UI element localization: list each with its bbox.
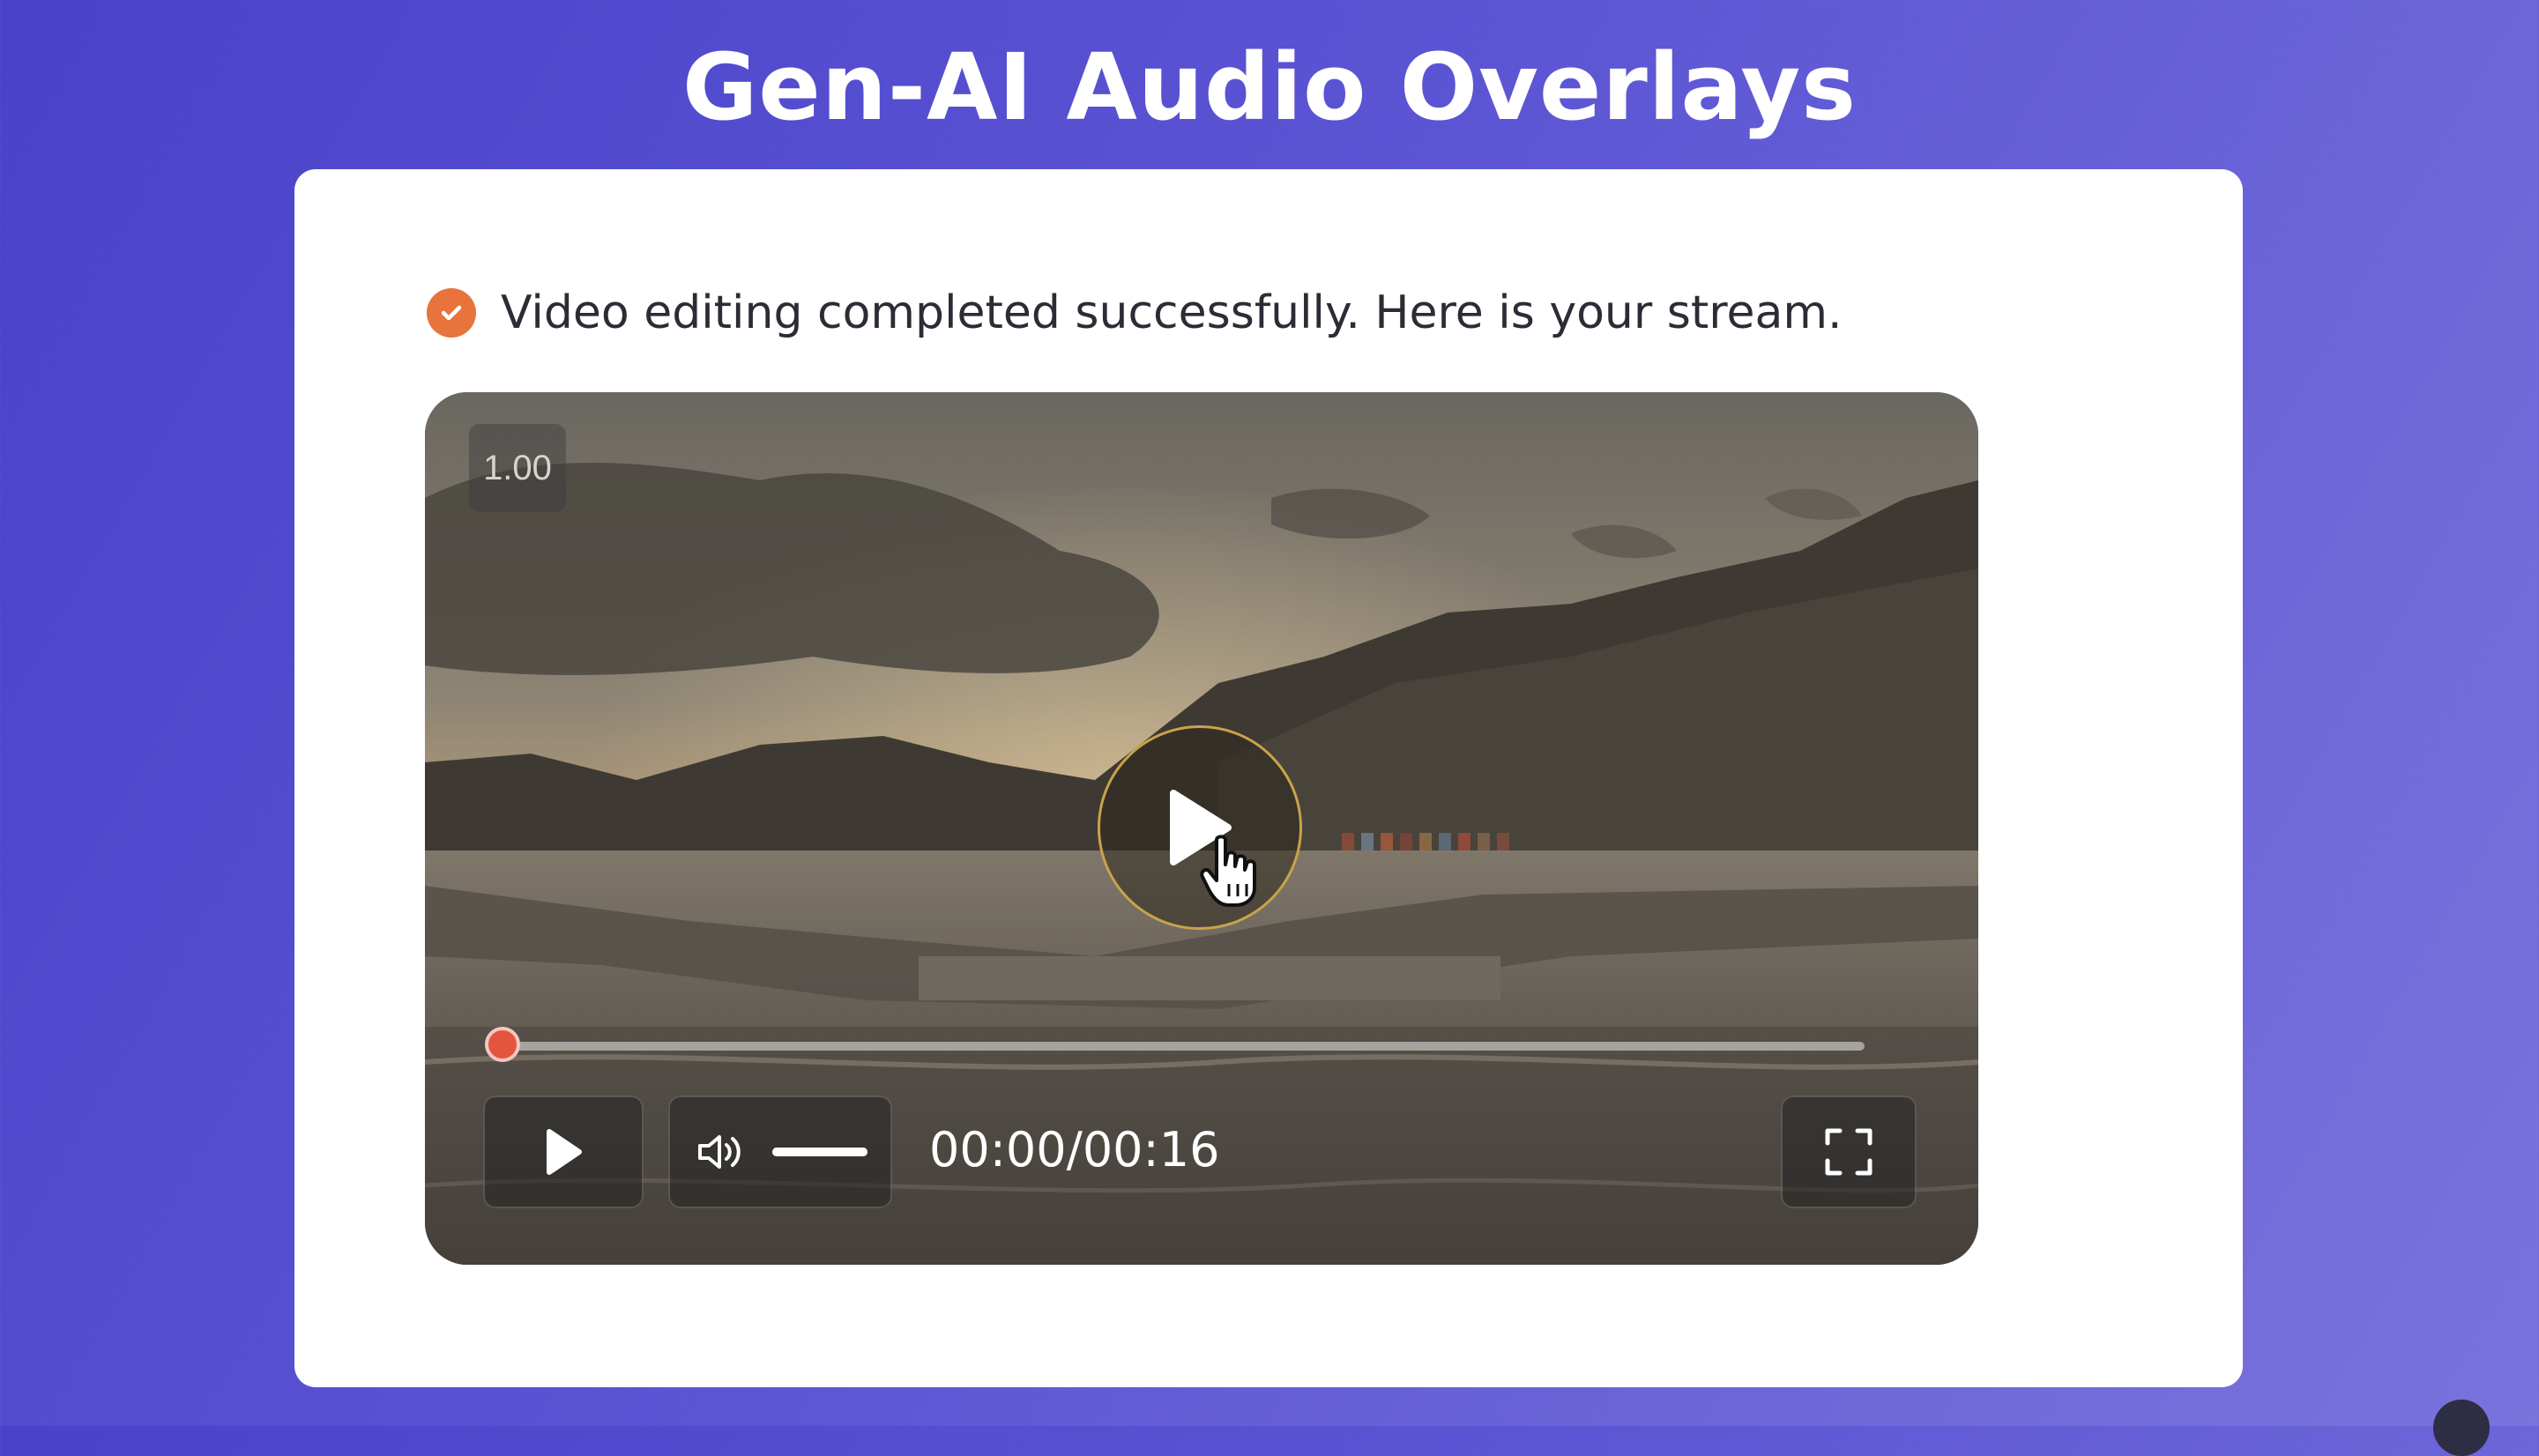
status-text: Video editing completed successfully. He… [501,286,1843,339]
play-button[interactable] [483,1096,644,1208]
status-message: Video editing completed successfully. He… [427,286,1843,339]
page-title: Gen-AI Audio Overlays [681,33,1858,141]
volume-control[interactable] [668,1096,892,1208]
play-icon [547,1129,582,1175]
progress-handle[interactable] [485,1027,520,1062]
volume-level [772,1148,867,1156]
hand-cursor-icon [1200,835,1256,907]
time-display: 00:00/00:16 [929,1122,1220,1177]
video-player[interactable]: 1.00 00:00/00:16 [425,392,1978,1265]
volume-slider[interactable] [772,1148,867,1156]
playback-speed-badge[interactable]: 1.00 [469,424,566,512]
fullscreen-button[interactable] [1781,1096,1917,1208]
progress-bar[interactable] [485,1027,1865,1062]
result-card: Video editing completed successfully. He… [294,169,2243,1387]
fullscreen-icon [1825,1128,1873,1176]
volume-icon[interactable] [696,1130,748,1174]
check-circle-icon [427,288,476,338]
app-badge [2433,1400,2490,1456]
